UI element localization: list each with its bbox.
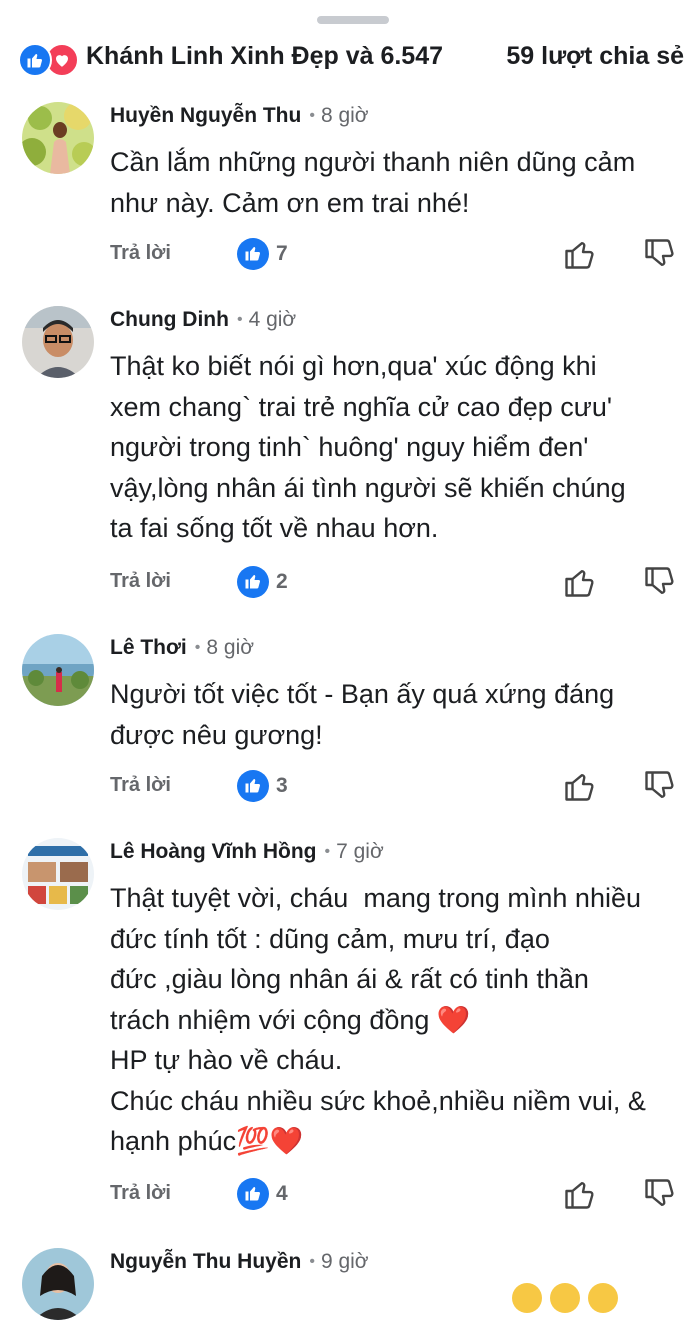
emoji-icon bbox=[512, 1283, 542, 1313]
like-count: 2 bbox=[276, 570, 288, 593]
comment-time: 4 giờ bbox=[248, 308, 297, 331]
thumbs-up-outline-icon[interactable] bbox=[562, 564, 598, 605]
like-count-icon bbox=[237, 566, 269, 598]
thumbs-up-outline-icon[interactable] bbox=[562, 236, 598, 277]
reply-button[interactable]: Trả lời bbox=[110, 242, 171, 265]
comment-actions: Trả lời 2 bbox=[0, 564, 700, 604]
comment-actions: Trả lời 7 bbox=[0, 236, 700, 276]
thumbs-down-outline-icon[interactable] bbox=[642, 1176, 678, 1217]
comment-time: 8 giờ bbox=[320, 104, 369, 127]
reply-button[interactable]: Trả lời bbox=[110, 774, 171, 797]
comment-author[interactable]: Chung Dinh bbox=[110, 308, 229, 331]
like-count-icon bbox=[237, 238, 269, 270]
comment-author[interactable]: Nguyễn Thu Huyền bbox=[110, 1250, 301, 1273]
like-count: 4 bbox=[276, 1182, 288, 1205]
avatar[interactable] bbox=[22, 102, 94, 174]
avatar[interactable] bbox=[22, 306, 94, 378]
comment-text: Người tốt việc tốt - Bạn ấy quá xứng đán… bbox=[110, 679, 615, 750]
avatar[interactable] bbox=[22, 1248, 94, 1320]
reply-button[interactable]: Trả lời bbox=[110, 1182, 171, 1205]
emoji-icon bbox=[550, 1283, 580, 1313]
thumbs-up-outline-icon[interactable] bbox=[562, 768, 598, 809]
comment-text: Thật tuyệt vời, cháu mang trong mình nhi… bbox=[110, 883, 646, 1156]
like-icon bbox=[18, 43, 52, 77]
thumbs-down-outline-icon[interactable] bbox=[642, 236, 678, 277]
comment-text: Thật ko biết nói gì hơn,qua' xúc động kh… bbox=[110, 351, 626, 543]
comment-time: 9 giờ bbox=[320, 1250, 369, 1273]
thumbs-down-outline-icon[interactable] bbox=[642, 564, 678, 605]
comment-time: 8 giờ bbox=[206, 636, 255, 659]
comment-author[interactable]: Huyền Nguyễn Thu bbox=[110, 104, 301, 127]
drag-handle[interactable] bbox=[317, 16, 389, 24]
reply-button[interactable]: Trả lời bbox=[110, 570, 171, 593]
avatar[interactable] bbox=[22, 634, 94, 706]
thumbs-down-outline-icon[interactable] bbox=[642, 768, 678, 809]
comment-text: Cần lắm những người thanh niên dũng cảm … bbox=[110, 147, 636, 218]
avatar[interactable] bbox=[22, 838, 94, 910]
reactors-count[interactable]: Khánh Linh Xinh Đẹp và 6.547 bbox=[86, 42, 443, 71]
comment-actions: Trả lời 4 bbox=[0, 1176, 700, 1216]
like-count: 3 bbox=[276, 774, 288, 797]
emoji-icon bbox=[588, 1283, 618, 1313]
like-count: 7 bbox=[276, 242, 288, 265]
like-count-icon bbox=[237, 1178, 269, 1210]
thumbs-up-outline-icon[interactable] bbox=[562, 1176, 598, 1217]
comment-actions: Trả lời 3 bbox=[0, 768, 700, 808]
comment-author[interactable]: Lê Thơi bbox=[110, 636, 187, 659]
comment-author[interactable]: Lê Hoàng Vĩnh Hồng bbox=[110, 840, 316, 863]
reactions-summary[interactable]: Khánh Linh Xinh Đẹp và 6.547 59 lượt chi… bbox=[0, 30, 700, 86]
like-count-icon bbox=[237, 770, 269, 802]
comment-time: 7 giờ bbox=[336, 840, 384, 863]
shares-count[interactable]: 59 lượt chia sẻ bbox=[506, 42, 684, 71]
